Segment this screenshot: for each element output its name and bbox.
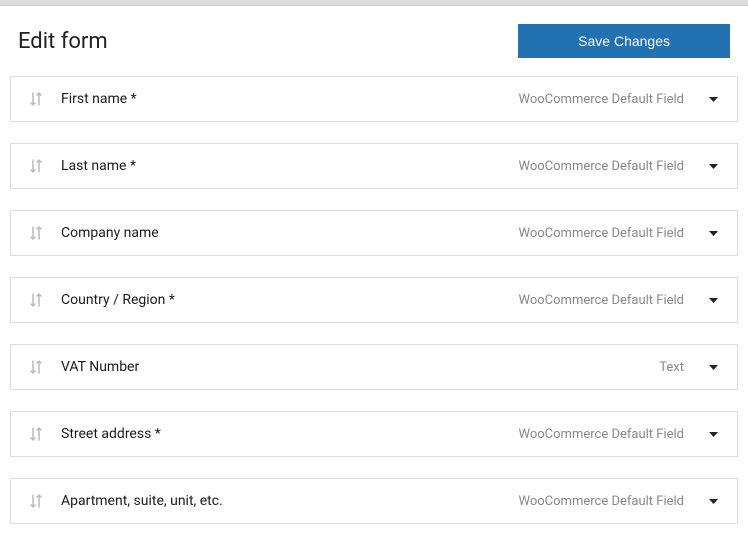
header: Edit form Save Changes (10, 24, 738, 76)
chevron-down-icon[interactable] (708, 230, 719, 237)
chevron-down-icon[interactable] (708, 431, 719, 438)
chevron-down-icon[interactable] (708, 498, 719, 505)
field-type: Text (659, 360, 684, 375)
drag-handle-icon[interactable] (29, 360, 43, 374)
field-row[interactable]: Country / Region * WooCommerce Default F… (10, 277, 738, 323)
field-row[interactable]: First name * WooCommerce Default Field (10, 76, 738, 122)
chevron-down-icon[interactable] (708, 163, 719, 170)
chevron-down-icon[interactable] (708, 364, 719, 371)
save-changes-button[interactable]: Save Changes (518, 24, 730, 58)
field-type: WooCommerce Default Field (519, 427, 685, 442)
main-container: Edit form Save Changes First name * WooC… (0, 6, 748, 534)
field-type: WooCommerce Default Field (519, 494, 685, 509)
field-label: VAT Number (61, 359, 659, 375)
field-label: First name * (61, 91, 519, 107)
field-type: WooCommerce Default Field (519, 226, 685, 241)
field-row[interactable]: Apartment, suite, unit, etc. WooCommerce… (10, 478, 738, 524)
field-type: WooCommerce Default Field (519, 293, 685, 308)
chevron-down-icon[interactable] (708, 297, 719, 304)
field-label: Company name (61, 225, 519, 241)
field-type: WooCommerce Default Field (519, 92, 685, 107)
field-type: WooCommerce Default Field (519, 159, 685, 174)
field-label: Country / Region * (61, 292, 519, 308)
drag-handle-icon[interactable] (29, 427, 43, 441)
field-label: Street address * (61, 426, 519, 442)
field-row[interactable]: Last name * WooCommerce Default Field (10, 143, 738, 189)
field-label: Last name * (61, 158, 519, 174)
field-row[interactable]: Company name WooCommerce Default Field (10, 210, 738, 256)
field-row[interactable]: VAT Number Text (10, 344, 738, 390)
drag-handle-icon[interactable] (29, 494, 43, 508)
drag-handle-icon[interactable] (29, 159, 43, 173)
field-label: Apartment, suite, unit, etc. (61, 493, 519, 509)
drag-handle-icon[interactable] (29, 92, 43, 106)
drag-handle-icon[interactable] (29, 226, 43, 240)
drag-handle-icon[interactable] (29, 293, 43, 307)
page-title: Edit form (18, 29, 108, 54)
field-row[interactable]: Street address * WooCommerce Default Fie… (10, 411, 738, 457)
chevron-down-icon[interactable] (708, 96, 719, 103)
fields-list: First name * WooCommerce Default Field L… (10, 76, 738, 534)
